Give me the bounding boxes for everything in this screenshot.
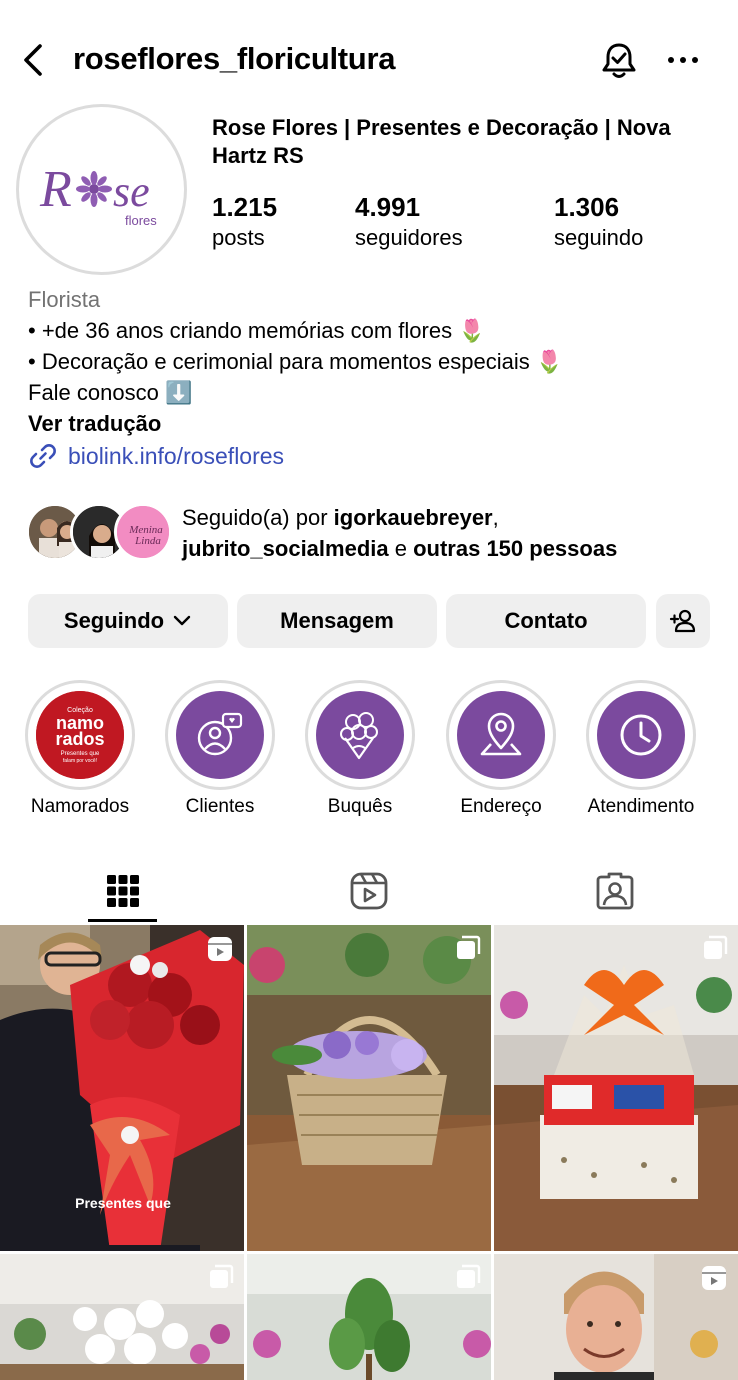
stat-following[interactable]: 1.306 seguindo xyxy=(554,190,643,252)
contact-button-label: Contato xyxy=(504,608,588,633)
highlight-cover: Coleção namo rados Presentes que falam p… xyxy=(25,680,135,790)
stat-following-label: seguindo xyxy=(554,225,644,250)
grid-post[interactable] xyxy=(247,925,491,1251)
tab-reels[interactable] xyxy=(246,860,492,922)
bio-line: • +de 36 anos criando memórias com flore… xyxy=(28,318,486,343)
bio-link[interactable]: biolink.info/roseflores xyxy=(28,440,284,472)
grid-post[interactable] xyxy=(0,1254,244,1380)
mutual-others: outras 150 pessoas xyxy=(413,536,618,561)
stat-posts[interactable]: 1.215 posts xyxy=(212,190,277,252)
carousel-badge-icon xyxy=(704,935,728,959)
highlight-namorados[interactable]: Coleção namo rados Presentes que falam p… xyxy=(24,680,136,817)
see-translation-link[interactable]: Ver tradução xyxy=(28,408,718,439)
following-button[interactable]: Seguindo xyxy=(28,594,228,648)
clock-icon xyxy=(620,714,662,756)
location-pin-icon xyxy=(480,712,522,756)
carousel-badge-icon xyxy=(457,1264,481,1288)
avatar: Menina Linda xyxy=(114,503,172,561)
stat-followers[interactable]: 4.991 seguidores xyxy=(355,190,463,252)
top-bar: roseflores_floricultura xyxy=(0,30,738,90)
avatar-text: Linda xyxy=(134,535,161,547)
mutual-followers-text[interactable]: Seguido(a) por igorkauebreyer, jubrito_so… xyxy=(182,502,722,564)
grid-post[interactable] xyxy=(494,1254,738,1380)
bio-line: • Decoração e cerimonial para momentos e… xyxy=(28,349,564,374)
suggest-people-button[interactable] xyxy=(656,594,710,648)
reels-icon xyxy=(350,872,388,910)
post-caption: Presentes que xyxy=(75,1195,171,1211)
highlight-cover xyxy=(305,680,415,790)
highlight-cover xyxy=(586,680,696,790)
reel-badge-icon xyxy=(702,1266,726,1290)
message-button[interactable]: Mensagem xyxy=(237,594,437,648)
notifications-button[interactable] xyxy=(598,40,640,82)
grid-icon xyxy=(107,875,139,907)
following-button-label: Seguindo xyxy=(63,608,165,633)
grid-post[interactable] xyxy=(494,925,738,1251)
mutual-user: igorkauebreyer xyxy=(333,505,493,530)
chevron-down-icon xyxy=(173,615,191,626)
mutual-user: jubrito_socialmedia xyxy=(182,536,389,561)
stat-followers-label: seguidores xyxy=(355,225,463,250)
mutual-followers-avatars[interactable]: Menina Linda xyxy=(26,503,176,561)
tab-grid[interactable] xyxy=(0,860,246,922)
profile-tabs xyxy=(0,860,738,922)
stat-posts-value: 1.215 xyxy=(212,192,278,222)
post-thumbnail xyxy=(247,925,491,1251)
logo-letters-se: se xyxy=(113,167,150,216)
mutual-prefix: Seguido(a) por xyxy=(182,505,334,530)
ellipsis-icon xyxy=(668,57,698,63)
grid-post[interactable] xyxy=(247,1254,491,1380)
carousel-badge-icon xyxy=(210,1264,234,1288)
flower-logo-icon xyxy=(76,171,112,207)
post-grid: Presentes que xyxy=(0,925,738,1380)
bio-link-text: biolink.info/roseflores xyxy=(68,442,285,469)
highlight-clientes[interactable]: Clientes xyxy=(164,680,276,817)
more-options-button[interactable] xyxy=(664,46,704,74)
cover-text: rados xyxy=(55,729,104,749)
active-tab-indicator xyxy=(88,919,157,922)
tab-tagged[interactable] xyxy=(492,860,738,922)
mutual-separator: , xyxy=(492,505,499,530)
profile-bio: Florista • +de 36 anos criando memórias … xyxy=(28,284,718,439)
highlight-cover xyxy=(446,680,556,790)
post-thumbnail xyxy=(494,925,738,1251)
message-button-label: Mensagem xyxy=(280,608,394,633)
tagged-icon xyxy=(596,872,634,910)
profile-username: roseflores_floricultura xyxy=(73,41,396,76)
bell-check-icon xyxy=(602,43,636,78)
highlight-cover xyxy=(165,680,275,790)
link-icon xyxy=(30,444,56,468)
logo-letter-r: R xyxy=(39,161,72,218)
carousel-badge-icon xyxy=(457,935,481,959)
back-button[interactable] xyxy=(18,40,48,80)
stat-following-value: 1.306 xyxy=(554,192,620,222)
mutual-separator: e xyxy=(388,536,414,561)
grid-post[interactable]: Presentes que xyxy=(0,925,244,1251)
highlight-endereco[interactable]: Endereço xyxy=(445,680,557,817)
profile-avatar[interactable]: R se flores xyxy=(16,104,187,275)
clients-chat-icon xyxy=(197,712,243,756)
profile-category: Florista xyxy=(28,287,101,312)
chevron-left-icon xyxy=(24,44,42,76)
contact-button[interactable]: Contato xyxy=(446,594,646,648)
highlight-buques[interactable]: Buquês xyxy=(304,680,416,817)
add-person-icon xyxy=(669,609,696,633)
bouquet-icon xyxy=(340,712,378,760)
cover-text: falam por você! xyxy=(63,758,97,764)
reel-badge-icon xyxy=(208,937,232,961)
stat-followers-value: 4.991 xyxy=(355,192,421,222)
highlight-label: Atendimento xyxy=(587,796,695,817)
highlight-atendimento[interactable]: Atendimento xyxy=(585,680,697,817)
logo-subtext: flores xyxy=(125,213,157,228)
cover-text: Presentes que xyxy=(61,751,100,757)
bio-line: Fale conosco ⬇️ xyxy=(28,380,193,405)
profile-full-name: Rose Flores | Presentes e Decoração | No… xyxy=(212,115,671,168)
stat-posts-label: posts xyxy=(212,225,265,250)
avatar-logo: R se flores xyxy=(26,114,177,265)
